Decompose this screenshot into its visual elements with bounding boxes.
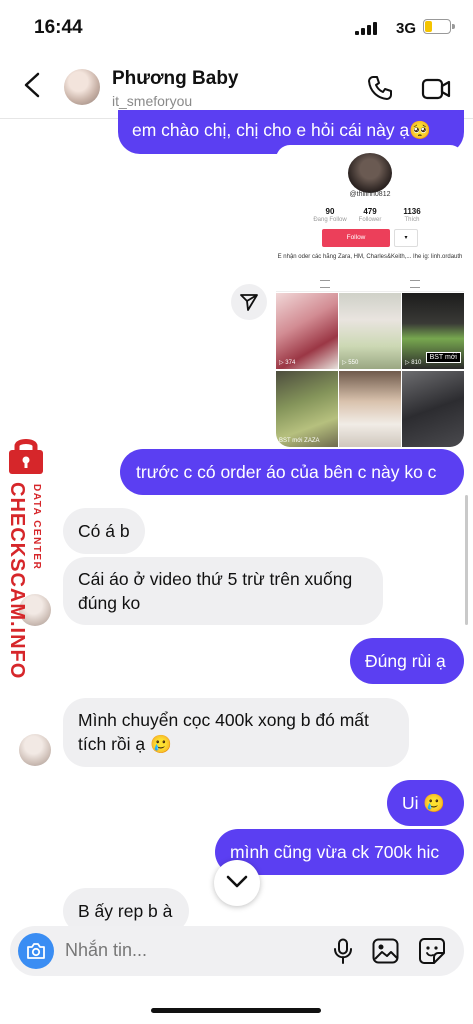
shared-stat: 479 Follower: [358, 207, 382, 223]
message-text: trước c có order áo của bên c này ko c: [136, 462, 437, 482]
shared-follow-button: Follow: [322, 229, 390, 247]
video-call-icon[interactable]: [421, 76, 451, 102]
shared-video-grid: ▷ 374 ▷ 550 ▷ 810 BST mới BST mới ZAZA: [276, 293, 464, 447]
home-indicator: [151, 1008, 321, 1013]
share-button[interactable]: [231, 284, 267, 320]
shared-username: @thilinh0812: [349, 191, 391, 198]
microphone-icon[interactable]: [332, 938, 354, 964]
message-text: Ui 🥲: [402, 793, 446, 813]
sender-avatar[interactable]: [19, 734, 51, 766]
shared-tabs: [276, 277, 464, 292]
message-incoming[interactable]: Có á b: [63, 508, 145, 554]
status-time: 16:44: [34, 17, 83, 38]
watermark: CHECKSCAM.INFO DATA CENTER: [2, 436, 50, 679]
video-thumbnail: ▷ 810 BST mới: [402, 293, 464, 369]
message-text: B ấy rep b à: [78, 901, 173, 921]
avatar[interactable]: [64, 69, 100, 105]
shared-bio: E nhận oder các hãng Zara, HM, Charles&K…: [277, 254, 463, 260]
sticker-icon[interactable]: [418, 937, 446, 965]
shared-profile-avatar: [348, 153, 392, 193]
send-icon: [240, 294, 258, 311]
gallery-icon[interactable]: [372, 938, 399, 964]
phone-icon[interactable]: [366, 74, 394, 102]
lock-icon: [9, 439, 43, 474]
status-bar: 16:44 3G: [0, 0, 473, 56]
message-text: em chào chị, chị cho e hỏi cái này ạ🥺: [132, 120, 432, 140]
signal-icon: [355, 22, 377, 35]
chevron-down-icon: [226, 875, 248, 888]
watermark-sub: DATA CENTER: [31, 484, 42, 571]
scroll-down-button[interactable]: [214, 860, 260, 906]
video-thumbnail: BST mới ZAZA: [276, 371, 338, 447]
message-text: Đúng rùi ạ: [365, 651, 446, 671]
video-thumbnail: ▷ 374: [276, 293, 338, 369]
message-outgoing[interactable]: trước c có order áo của bên c này ko c: [120, 449, 464, 495]
shared-stat: 1136 Thích: [403, 207, 421, 223]
video-thumbnail: ▷ 550: [339, 293, 401, 369]
message-input[interactable]: Nhắn tin...: [65, 940, 147, 961]
battery-icon: [423, 19, 455, 34]
message-text: Có á b: [78, 521, 130, 541]
message-text: Cái áo ở video thứ 5 trừ trên xuống đúng…: [78, 569, 353, 613]
message-composer: Nhắn tin...: [10, 926, 464, 976]
camera-icon: [27, 943, 45, 959]
watermark-brand: CHECKSCAM.INFO: [6, 482, 28, 680]
shared-stat: 90 Đang Follow: [313, 207, 347, 223]
lock-icon: [410, 280, 420, 288]
shared-image[interactable]: @thilinh0812 90 Đang Follow 479 Follower 1…: [276, 145, 464, 447]
message-incoming[interactable]: Mình chuyển cọc 400k xong b đó mất tích …: [63, 698, 409, 767]
camera-button[interactable]: [18, 933, 54, 969]
grid-icon: [320, 280, 330, 288]
message-incoming[interactable]: Cái áo ở video thứ 5 trừ trên xuống đúng…: [63, 557, 383, 625]
chevron-down-icon: ▾: [394, 229, 418, 247]
message-outgoing[interactable]: Đúng rùi ạ: [350, 638, 464, 684]
video-thumbnail: [402, 371, 464, 447]
message-text: Mình chuyển cọc 400k xong b đó mất tích …: [78, 710, 369, 754]
message-outgoing[interactable]: Ui 🥲: [387, 780, 464, 826]
back-icon[interactable]: [18, 70, 46, 100]
network-type: 3G: [395, 20, 416, 37]
contact-username[interactable]: it_smeforyou: [112, 93, 192, 109]
contact-name[interactable]: Phương Baby: [112, 68, 239, 90]
message-text: mình cũng vừa ck 700k hic: [230, 842, 440, 862]
scrollbar[interactable]: [465, 495, 468, 625]
video-thumbnail: [339, 371, 401, 447]
